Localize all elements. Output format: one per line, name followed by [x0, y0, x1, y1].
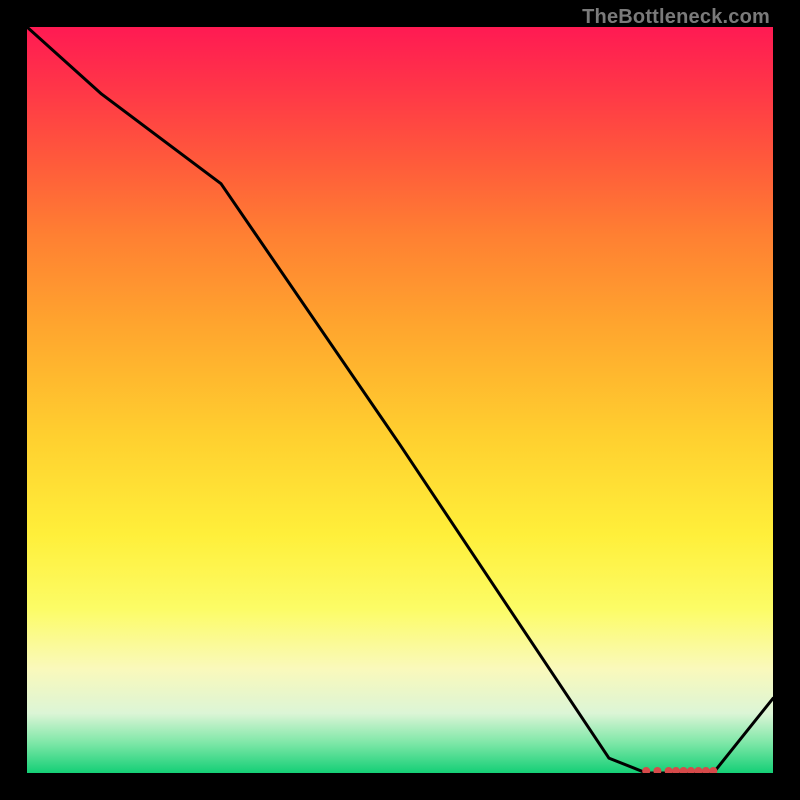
- line-series: [27, 27, 773, 773]
- plot-area: [27, 27, 773, 773]
- chart-frame: TheBottleneck.com: [0, 0, 800, 800]
- watermark-text: TheBottleneck.com: [582, 6, 770, 29]
- curve-svg: [27, 27, 773, 773]
